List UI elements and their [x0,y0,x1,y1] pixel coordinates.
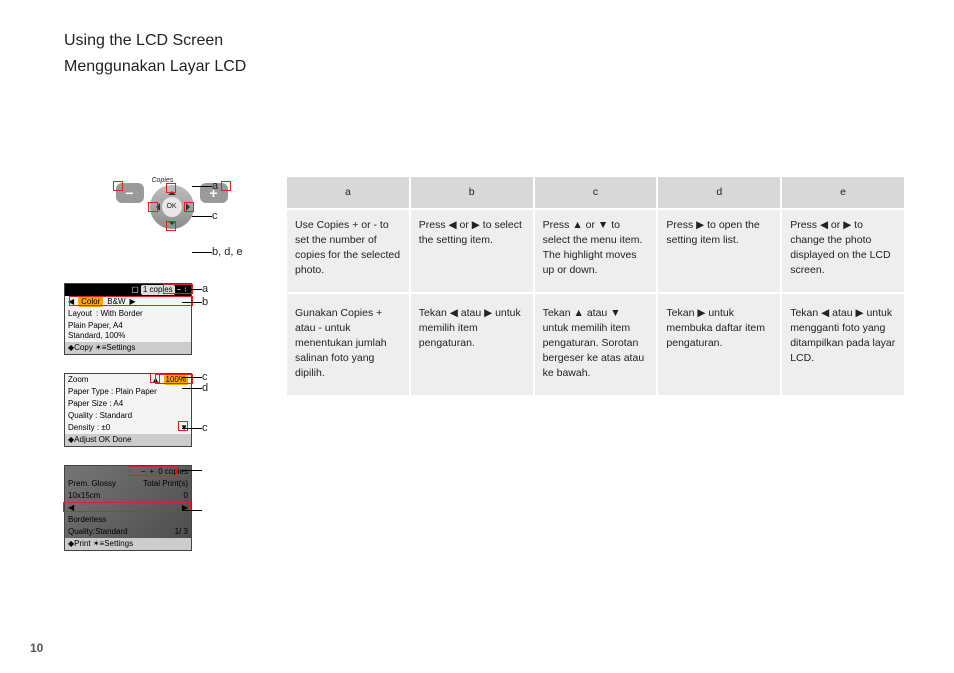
lcd-screenshot: Zoom ▲ 100% Paper Type : Plain Paper Pap… [64,373,192,447]
table-row: Use Copies + or - to set the number of c… [287,210,904,292]
heading-en: Using the LCD Screen [64,28,906,54]
content-row: Copies − + a c [64,175,906,569]
lcd-screenshot: −+0 copies Prem. GlossyTotal Print(s) 10… [64,465,192,551]
footer-hint: ◆Copy ✶≡Settings [65,342,191,354]
setting-row: Paper Type : Plain Paper [65,386,191,398]
info-left: Borderless [68,515,106,525]
figure-controller: Copies − + a c [64,175,279,265]
cell: Tekan ◀ atau ▶ untuk memilih item pengat… [411,294,533,395]
cell: Press ◀ or ▶ to change the photo display… [782,210,904,292]
footer-hint: ◆Print ✶≡Settings [65,538,191,550]
col-header: b [411,177,533,208]
cell: Gunakan Copies + atau - untuk menentukan… [287,294,409,395]
callout-marker [166,221,176,231]
info-left: Quality:Standard [68,527,128,537]
table-header-row: a b c d e [287,177,904,208]
callout-label: a [202,282,208,296]
col-header: a [287,177,409,208]
col-header: d [658,177,780,208]
callout-marker [148,202,158,212]
instruction-table-wrapper: a b c d e Use Copies + or - to set the n… [285,175,906,569]
callout-marker [69,296,193,306]
info-right: 1/ 3 [175,527,188,537]
cell: Press ◀ or ▶ to select the setting item. [411,210,533,292]
cell: Press ▲ or ▼ to select the menu item. Th… [535,210,657,292]
settings-summary: Plain Paper, A4 Standard, 100% [65,320,191,342]
callout-label: a [202,463,208,477]
info-left: Prem. Glossy [68,479,116,489]
layout-value: : With Border [96,309,143,319]
footer-hint: ◆Adjust OK Done [65,434,191,446]
table-row: Gunakan Copies + atau - untuk menentukan… [287,294,904,395]
col-header: c [535,177,657,208]
callout-label: e [202,503,208,517]
callout-marker [178,421,188,431]
cell: Tekan ◀ atau ▶ untuk mengganti foto yang… [782,294,904,395]
page-number: 10 [30,641,43,655]
figure-screen-print: −+0 copies Prem. GlossyTotal Print(s) 10… [64,465,279,551]
controller-drawing: Copies − + [116,175,228,241]
heading-id: Menggunakan Layar LCD [64,54,906,80]
zoom-label: Zoom [68,375,88,385]
cell: Press ▶ to open the setting item list. [658,210,780,292]
info-right: Total Print(s) [143,479,188,489]
callout-label: a [212,179,218,193]
lcd-screenshot: ▢1 copies−+ ◀Color B&W▶ Layout: With Bor… [64,283,192,355]
cell: Use Copies + or - to set the number of c… [287,210,409,292]
setting-row: Paper Size : A4 [65,398,191,410]
cell: Tekan ▲ atau ▼ untuk memilih item pengat… [535,294,657,395]
callout-label: b [202,295,208,309]
callout-marker [155,374,193,384]
callout-marker [113,181,123,191]
callout-marker [166,183,176,193]
figure-column: Copies − + a c [64,175,279,569]
callout-marker [129,466,177,476]
cell: Tekan ▶ untuk membuka daftar item pengat… [658,294,780,395]
manual-page: Using the LCD Screen Menggunakan Layar L… [0,0,954,673]
callout-label: c [202,421,208,435]
layout-label: Layout [68,309,92,319]
callout-marker [63,502,191,512]
figure-screen-copy: ▢1 copies−+ ◀Color B&W▶ Layout: With Bor… [64,283,279,355]
info-left: 10x15cm [68,491,100,501]
callout-label: d [202,381,208,395]
callout-marker [221,181,231,191]
setting-row: Quality : Standard [65,410,191,422]
figure-screen-zoom: Zoom ▲ 100% Paper Type : Plain Paper Pap… [64,373,279,447]
info-right: 0 [184,491,188,501]
callout-marker [184,202,194,212]
callout-label: b, d, e [212,245,243,259]
instruction-table: a b c d e Use Copies + or - to set the n… [285,175,906,397]
page-heading: Using the LCD Screen Menggunakan Layar L… [64,28,906,80]
setting-row: Density : ±0 [68,423,110,433]
col-header: e [782,177,904,208]
callout-label: c [212,209,218,223]
